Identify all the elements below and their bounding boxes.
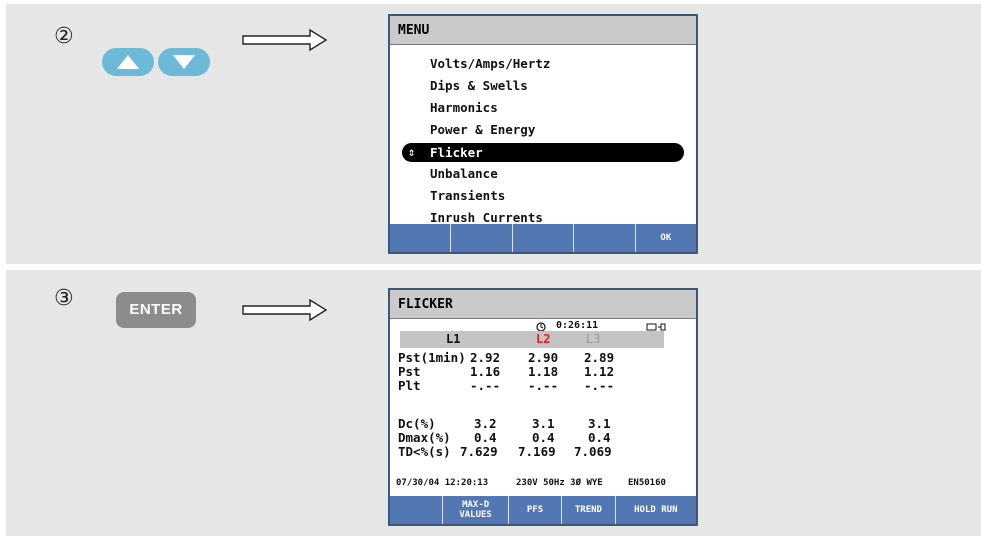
right-arrow-icon xyxy=(242,28,328,52)
softkey-bar: OK xyxy=(390,224,697,252)
down-arrow-icon xyxy=(173,55,195,69)
menu-item-power-energy[interactable]: Power & Energy xyxy=(430,120,535,140)
value-l1: 7.629 xyxy=(460,444,498,459)
phase-l2-label: L2 xyxy=(536,332,551,346)
menu-screen: MENU Volts/Amps/Hertz Dips & Swells Harm… xyxy=(388,14,698,254)
softkey-f3[interactable] xyxy=(512,224,575,252)
phase-header: L1 L2 L3 xyxy=(400,331,664,348)
softkey-f1[interactable] xyxy=(390,224,452,252)
value-l3: 1.12 xyxy=(584,364,615,379)
hold-run-softkey[interactable]: HOLD RUN xyxy=(615,496,697,524)
value-l2: 0.4 xyxy=(532,430,555,445)
value-l3: 7.069 xyxy=(574,444,612,459)
up-down-selector-icon: ⇕ xyxy=(408,145,416,159)
menu-item-volts-amps-hertz[interactable]: Volts/Amps/Hertz xyxy=(430,54,550,74)
value-l1: 1.16 xyxy=(470,364,501,379)
value-l1: 3.2 xyxy=(474,416,497,431)
enter-button[interactable]: ENTER xyxy=(116,292,196,328)
value-l2: 1.18 xyxy=(528,364,559,379)
value-l3: 0.4 xyxy=(588,430,611,445)
softkey-f2[interactable] xyxy=(451,224,513,252)
row-label: Dmax(%) xyxy=(398,430,451,445)
softkey-bar: MAX-D VALUES PFS TREND HOLD RUN xyxy=(390,496,697,524)
value-l3: 3.1 xyxy=(588,416,611,431)
value-l3: 2.89 xyxy=(584,350,615,365)
menu-selection-highlight[interactable]: ⇕ Flicker xyxy=(402,143,684,162)
max-d-values-softkey[interactable]: MAX-D VALUES xyxy=(443,496,509,524)
standard-label: EN50160 xyxy=(628,478,666,488)
row-label: Pst xyxy=(398,364,421,379)
menu-item-transients[interactable]: Transients xyxy=(430,186,505,206)
menu-item-unbalance[interactable]: Unbalance xyxy=(430,164,498,184)
row-label: Plt xyxy=(398,378,421,393)
down-arrow-button[interactable] xyxy=(158,48,210,76)
system-config: 230V 50Hz 3Ø WYE xyxy=(516,478,603,488)
date-time: 07/30/04 12:20:13 xyxy=(396,478,489,488)
value-l1: 0.4 xyxy=(474,430,497,445)
menu-item-harmonics[interactable]: Harmonics xyxy=(430,98,498,118)
flicker-screen: FLICKER 0:26:11 L1 L2 L3 Pst(1min) 2.92 … xyxy=(388,288,698,526)
softkey-f1[interactable] xyxy=(390,496,444,524)
menu-item-flicker: Flicker xyxy=(430,145,483,160)
row-label: Dc(%) xyxy=(398,416,436,431)
right-arrow-icon xyxy=(242,298,328,322)
value-l3: -.-- xyxy=(584,378,615,393)
value-l2: -.-- xyxy=(528,378,559,393)
menu-item-dips-swells[interactable]: Dips & Swells xyxy=(430,76,528,96)
phase-l3-label: L3 xyxy=(586,332,601,346)
step-number: ③ xyxy=(54,286,74,311)
up-arrow-button[interactable] xyxy=(102,48,154,76)
value-l2: 2.90 xyxy=(528,350,559,365)
step-number: ② xyxy=(54,24,74,49)
elapsed-timer: 0:26:11 xyxy=(556,320,599,331)
trend-softkey[interactable]: TREND xyxy=(562,496,616,524)
up-arrow-icon xyxy=(117,55,139,69)
value-l1: 2.92 xyxy=(470,350,501,365)
row-label: TD<%(s) xyxy=(398,444,451,459)
screen-title: FLICKER xyxy=(390,290,696,319)
value-l2: 3.1 xyxy=(532,416,555,431)
value-l1: -.-- xyxy=(470,378,501,393)
value-l2: 7.169 xyxy=(518,444,556,459)
phase-l1-label: L1 xyxy=(446,332,461,346)
row-label: Pst(1min) xyxy=(398,350,466,365)
softkey-f4[interactable] xyxy=(574,224,636,252)
step-2-panel: ② MENU Volts/Amps/Hertz Dips & Swells Ha… xyxy=(6,4,981,264)
screen-title: MENU xyxy=(390,16,696,45)
ok-softkey[interactable]: OK xyxy=(635,224,697,252)
pfs-softkey[interactable]: PFS xyxy=(508,496,563,524)
